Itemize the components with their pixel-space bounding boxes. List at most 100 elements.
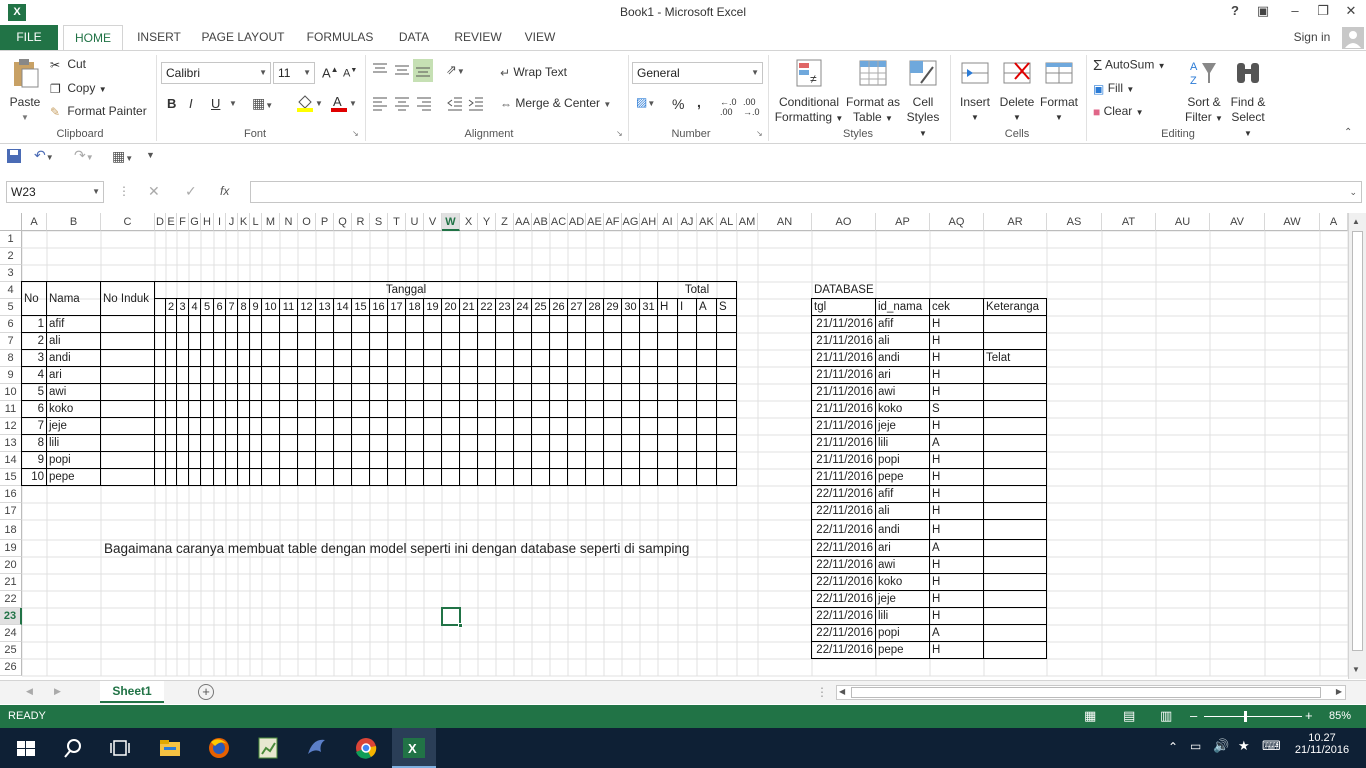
cut-button[interactable]: ✂ Cut xyxy=(50,57,86,72)
column-header[interactable]: L xyxy=(250,213,262,231)
column-header[interactable]: AC xyxy=(550,213,568,231)
add-sheet-button[interactable]: + xyxy=(198,684,214,700)
column-header[interactable]: W xyxy=(442,213,460,231)
row-header[interactable]: 6 xyxy=(0,316,22,333)
increase-indent-icon[interactable] xyxy=(467,95,485,114)
row-header[interactable]: 4 xyxy=(0,282,22,299)
column-header[interactable]: AJ xyxy=(678,213,697,231)
column-header[interactable]: AD xyxy=(568,213,586,231)
paste-button[interactable]: Paste ▼ xyxy=(6,57,44,125)
row-header[interactable]: 19 xyxy=(0,540,22,557)
column-header[interactable]: K xyxy=(238,213,250,231)
cancel-entry-icon[interactable]: ✕ xyxy=(148,183,160,200)
orientation-icon[interactable]: ⇗▼ xyxy=(446,62,465,78)
search-icon[interactable] xyxy=(60,734,88,762)
alignment-dialog-launcher-icon[interactable]: ↘ xyxy=(616,129,623,138)
sign-in-link[interactable]: Sign in xyxy=(1290,25,1334,50)
clock[interactable]: 10.27 21/11/2016 xyxy=(1292,732,1352,756)
row-header[interactable]: 16 xyxy=(0,486,22,503)
row-header[interactable]: 24 xyxy=(0,625,22,642)
row-header[interactable]: 20 xyxy=(0,557,22,574)
column-header[interactable]: AP xyxy=(876,213,930,231)
column-header[interactable]: V xyxy=(424,213,442,231)
sheet-tab-sheet1[interactable]: Sheet1 xyxy=(100,681,164,703)
column-header[interactable]: AF xyxy=(604,213,622,231)
align-right-icon[interactable] xyxy=(415,95,433,114)
windows-start-icon[interactable] xyxy=(12,734,40,762)
confirm-entry-icon[interactable]: ✓ xyxy=(185,183,197,200)
copy-button[interactable]: ❐ Copy ▼ xyxy=(50,81,107,96)
column-header[interactable]: O xyxy=(298,213,316,231)
close-button[interactable]: ✕ xyxy=(1340,3,1362,21)
page-layout-view-icon[interactable]: ▤ xyxy=(1123,708,1135,724)
app-chart-icon[interactable] xyxy=(254,734,282,762)
task-view-icon[interactable] xyxy=(106,734,134,762)
column-header[interactable]: A xyxy=(1320,213,1348,231)
keyboard-icon[interactable]: ⌨ xyxy=(1262,738,1281,754)
clear-button[interactable]: ■ Clear ▼ xyxy=(1093,104,1144,119)
align-bottom-icon[interactable] xyxy=(413,59,433,82)
bold-button[interactable]: B xyxy=(167,96,176,111)
column-header[interactable]: AO xyxy=(812,213,876,231)
firefox-icon[interactable] xyxy=(205,734,233,762)
show-hidden-icons-icon[interactable]: ⌃ xyxy=(1168,740,1178,754)
zoom-slider[interactable] xyxy=(1204,711,1302,722)
column-header[interactable]: AG xyxy=(622,213,640,231)
column-header[interactable]: AQ xyxy=(930,213,984,231)
column-header[interactable]: AR xyxy=(984,213,1047,231)
sort-filter-button[interactable]: AZ Sort & Filter ▼ xyxy=(1182,57,1226,126)
fill-color-dropdown-icon[interactable]: ▼ xyxy=(315,99,323,108)
collapse-ribbon-icon[interactable]: ⌃ xyxy=(1344,127,1352,138)
name-box[interactable]: W23 ▼ xyxy=(6,181,104,203)
underline-button[interactable]: U xyxy=(211,96,220,111)
column-header[interactable]: U xyxy=(406,213,424,231)
page-break-view-icon[interactable]: ▥ xyxy=(1160,708,1172,724)
font-name-select[interactable]: Calibri ▼ xyxy=(161,62,271,84)
fill-handle[interactable] xyxy=(458,623,463,628)
row-header[interactable]: 8 xyxy=(0,350,22,367)
column-header[interactable]: J xyxy=(226,213,238,231)
row-header[interactable]: 5 xyxy=(0,299,22,316)
column-header[interactable]: AV xyxy=(1210,213,1265,231)
network-icon[interactable]: ★ xyxy=(1238,738,1250,754)
font-dialog-launcher-icon[interactable]: ↘ xyxy=(352,129,359,138)
font-color-icon[interactable]: A xyxy=(330,93,348,116)
row-header[interactable]: 10 xyxy=(0,384,22,401)
column-header[interactable]: AB xyxy=(532,213,550,231)
save-icon[interactable] xyxy=(6,148,22,167)
dolphin-app-icon[interactable] xyxy=(303,734,331,762)
column-header[interactable]: F xyxy=(177,213,189,231)
column-header[interactable]: N xyxy=(280,213,298,231)
autosum-button[interactable]: Σ AutoSum ▼ xyxy=(1093,57,1166,74)
row-header[interactable]: 9 xyxy=(0,367,22,384)
row-header[interactable]: 26 xyxy=(0,659,22,676)
number-format-select[interactable]: General ▼ xyxy=(632,62,763,84)
ribbon-display-options-icon[interactable]: ▣ xyxy=(1252,3,1274,21)
wrap-text-button[interactable]: ↵ Wrap Text xyxy=(500,65,567,80)
customize-qat-icon[interactable]: ▼ xyxy=(146,150,155,160)
column-header[interactable]: P xyxy=(316,213,334,231)
zoom-level[interactable]: 85% xyxy=(1329,710,1351,722)
undo-icon[interactable]: ↶▼ xyxy=(34,147,54,164)
column-header[interactable]: AT xyxy=(1102,213,1156,231)
column-header[interactable]: AA xyxy=(514,213,532,231)
horizontal-scrollbar[interactable]: ◀ ▶ xyxy=(836,685,1346,700)
column-header[interactable]: H xyxy=(201,213,214,231)
number-dialog-launcher-icon[interactable]: ↘ xyxy=(756,129,763,138)
touch-mode-icon[interactable]: ▦▼ xyxy=(112,148,133,165)
row-header[interactable]: 15 xyxy=(0,469,22,486)
format-painter-button[interactable]: ✎ Format Painter xyxy=(50,104,147,119)
font-size-select[interactable]: 11 ▼ xyxy=(273,62,315,84)
borders-icon[interactable]: ▦▼ xyxy=(252,95,273,112)
font-color-dropdown-icon[interactable]: ▼ xyxy=(349,99,357,108)
vertical-scrollbar[interactable]: ▲ ▼ xyxy=(1348,213,1366,679)
row-header[interactable]: 18 xyxy=(0,520,22,540)
column-header[interactable]: C xyxy=(101,213,155,231)
insert-function-button[interactable]: fx xyxy=(220,184,229,198)
increase-decimal-icon[interactable]: ←.0.00 xyxy=(720,97,737,117)
tab-home[interactable]: HOME xyxy=(63,25,123,50)
column-header[interactable]: D xyxy=(155,213,166,231)
tab-formulas[interactable]: FORMULAS xyxy=(300,25,380,50)
merge-center-button[interactable]: ⇔ Merge & Center ▼ xyxy=(500,96,611,111)
align-center-icon[interactable] xyxy=(393,95,411,114)
